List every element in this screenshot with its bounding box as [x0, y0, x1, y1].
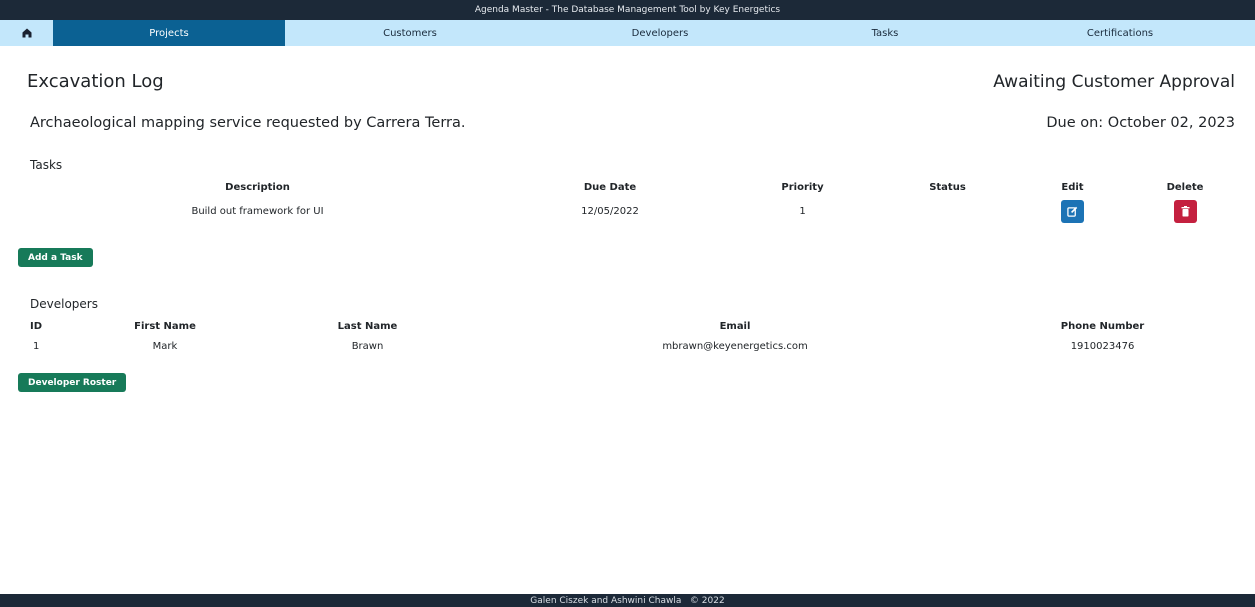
developers-section-label: Developers [30, 297, 98, 311]
task-priority: 1 [799, 205, 806, 217]
column-header-last-name: Last Name [337, 320, 398, 332]
developer-email: mbrawn@keyenergetics.com [662, 340, 808, 352]
nav-item-label: Customers [383, 27, 437, 39]
app-title: Agenda Master - The Database Management … [474, 5, 781, 15]
column-header-status: Status [929, 181, 966, 193]
footer-credits: Galen Ciszek and Ashwini Chawla © 2022 [530, 596, 725, 606]
nav-item-label: Developers [631, 27, 689, 39]
project-title: Excavation Log [27, 71, 164, 92]
developer-roster-button[interactable]: Developer Roster [18, 373, 127, 392]
column-header-priority: Priority [781, 181, 824, 193]
page-footer: Galen Ciszek and Ashwini Chawla © 2022 [0, 594, 1255, 607]
table-row: 1 Mark Brawn mbrawn@keyenergetics.com 19… [20, 335, 1220, 357]
project-due-date: Due on: October 02, 2023 [1046, 115, 1235, 131]
nav-item-certifications[interactable]: Certifications [985, 20, 1255, 46]
column-header-edit: Edit [1061, 181, 1084, 193]
nav-item-label: Projects [149, 27, 189, 39]
column-header-phone: Phone Number [1060, 320, 1145, 332]
nav-item-tasks[interactable]: Tasks [785, 20, 985, 46]
edit-icon [1067, 206, 1078, 217]
tasks-section-label: Tasks [30, 158, 63, 172]
app-title-bar: Agenda Master - The Database Management … [0, 0, 1255, 20]
column-header-id: ID [30, 320, 43, 332]
developer-first-name: Mark [152, 340, 178, 352]
table-header-row: ID First Name Last Name Email Phone Numb… [20, 317, 1220, 335]
task-status [880, 196, 1015, 226]
developer-last-name: Brawn [351, 340, 384, 352]
project-description: Archaeological mapping service requested… [30, 115, 466, 131]
nav-item-label: Tasks [871, 27, 899, 39]
nav-item-developers[interactable]: Developers [535, 20, 785, 46]
project-details: Archaeological mapping service requested… [30, 115, 1235, 131]
table-row: Build out framework for UI 12/05/2022 1 [20, 196, 1240, 226]
tasks-table: Description Due Date Priority Status Edi… [20, 178, 1240, 226]
nav-home[interactable] [0, 20, 53, 46]
task-due-date: 12/05/2022 [581, 205, 639, 217]
project-status: Awaiting Customer Approval [993, 71, 1235, 92]
task-description: Build out framework for UI [191, 205, 324, 217]
column-header-first-name: First Name [134, 320, 196, 332]
column-header-description: Description [225, 181, 290, 193]
nav-item-customers[interactable]: Customers [285, 20, 535, 46]
delete-task-button[interactable] [1173, 199, 1197, 223]
developer-phone: 1910023476 [1070, 340, 1135, 352]
main-nav: Projects Customers Developers Tasks Cert… [0, 20, 1255, 46]
nav-item-label: Certifications [1086, 27, 1154, 39]
home-icon [22, 28, 31, 38]
add-task-button[interactable]: Add a Task [18, 248, 93, 267]
developer-id: 1 [33, 340, 40, 352]
table-header-row: Description Due Date Priority Status Edi… [20, 178, 1240, 196]
nav-item-projects[interactable]: Projects [53, 20, 285, 46]
edit-task-button[interactable] [1061, 199, 1084, 223]
trash-icon [1181, 205, 1189, 216]
project-header: Excavation Log Awaiting Customer Approva… [27, 71, 1235, 92]
column-header-email: Email [719, 320, 751, 332]
column-header-delete: Delete [1166, 181, 1204, 193]
column-header-due-date: Due Date [583, 181, 637, 193]
developers-table: ID First Name Last Name Email Phone Numb… [20, 317, 1220, 357]
